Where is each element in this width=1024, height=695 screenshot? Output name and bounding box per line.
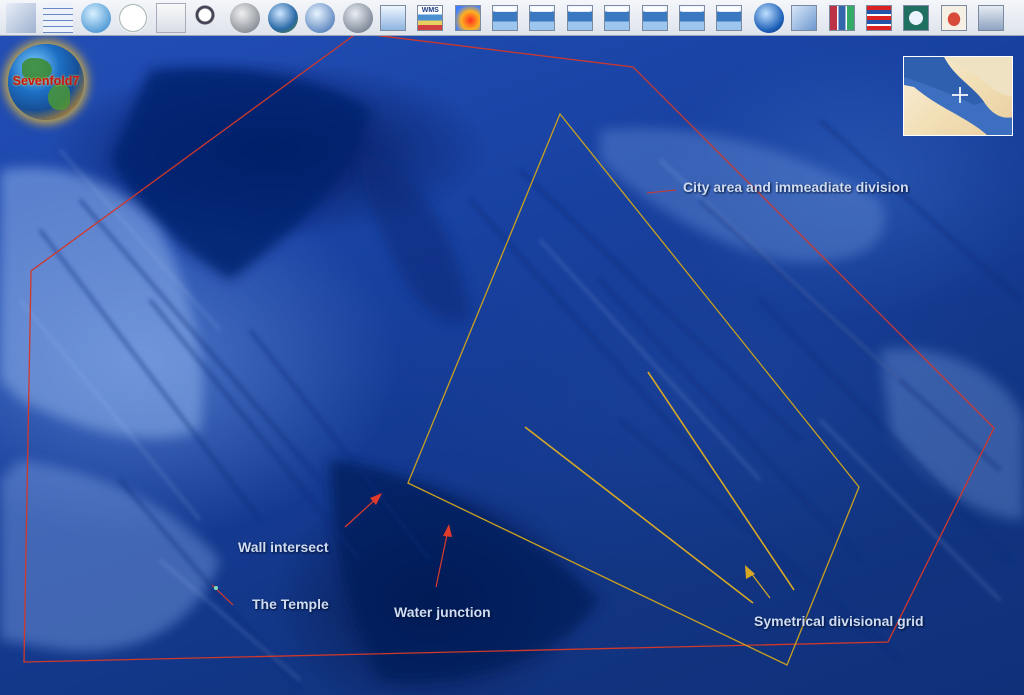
nasa-banner	[719, 6, 740, 12]
layer-world-icon	[380, 5, 405, 30]
grid-label: Symetrical divisional grid	[754, 613, 924, 629]
inner-boundary-polygon	[407, 112, 860, 666]
map-viewport[interactable]: City area and immeadiate division Wall i…	[0, 0, 1024, 695]
layers-icon	[6, 2, 36, 33]
toolbar-button-1[interactable]	[6, 2, 36, 33]
nasa-banner	[682, 6, 703, 12]
toolbar-button-8[interactable]	[267, 2, 298, 33]
grid-line-2	[524, 426, 754, 604]
toolbar-button-15[interactable]	[529, 4, 556, 31]
toolbar-button-27[interactable]	[978, 4, 1005, 31]
water-junction-arrow	[435, 524, 452, 588]
app-logo-globe: Sevenfold7	[8, 44, 84, 120]
toolbar-button-21[interactable]	[753, 2, 784, 33]
temple-label: The Temple	[252, 596, 329, 612]
grid-arrow	[745, 565, 771, 599]
wall-intersect-label: Wall intersect	[238, 539, 329, 555]
toolbar-button-10[interactable]	[342, 2, 373, 33]
layer-heatmap-icon	[455, 5, 480, 30]
toolbar-button-13[interactable]	[454, 4, 481, 31]
water-junction-label: Water junction	[394, 604, 491, 620]
globe-blue-icon	[753, 2, 784, 33]
city-area-pointer	[646, 189, 677, 194]
toolbar-button-26[interactable]	[940, 4, 967, 31]
toolbar-button-19[interactable]	[679, 4, 706, 31]
layer-flags-icon	[866, 5, 891, 30]
wall-intersect-arrow	[344, 493, 382, 528]
temple-pointer	[211, 584, 234, 606]
compass-rose-icon	[155, 2, 186, 33]
wms-text: WMS	[421, 6, 439, 14]
layer-usa-icon	[941, 5, 966, 30]
minimap-crosshair-icon	[952, 87, 968, 103]
toolbar-button-18[interactable]	[641, 4, 668, 31]
grid-icon	[43, 2, 74, 33]
globe-latlon-icon	[80, 2, 111, 33]
toolbar-button-4[interactable]	[118, 2, 149, 33]
nasa-banner	[532, 6, 553, 12]
toolbar-button-16[interactable]	[566, 4, 593, 31]
toolbar-button-22[interactable]	[791, 4, 818, 31]
toolbar-button-9[interactable]	[305, 2, 336, 33]
annotation-overlay	[23, 32, 995, 666]
toolbar-button-24[interactable]	[865, 4, 892, 31]
toolbar-button-20[interactable]	[716, 4, 743, 31]
earth-blue-icon	[305, 2, 336, 33]
toolbar-button-2[interactable]	[43, 2, 74, 33]
earth-grey-icon	[230, 2, 261, 33]
overview-minimap[interactable]	[903, 56, 1013, 136]
toolbar-button-25[interactable]	[903, 4, 930, 31]
toolbar-button-6[interactable]	[192, 2, 223, 33]
layer-thumbnails-icon	[829, 5, 854, 30]
earth-icon	[267, 2, 298, 33]
nasa-banner	[569, 6, 590, 12]
logo-text: Sevenfold7	[12, 74, 80, 88]
nasa-banner	[607, 6, 628, 12]
grid-line-1	[647, 371, 795, 591]
toolbar-button-3[interactable]	[80, 2, 111, 33]
magnifier-icon	[192, 2, 223, 33]
city-area-label: City area and immeadiate division	[683, 179, 909, 195]
toolbar-button-7[interactable]	[230, 2, 261, 33]
layer-europe-icon	[792, 5, 817, 30]
toolbar-button-12[interactable]: WMS	[417, 4, 444, 31]
outer-boundary-polygon	[23, 32, 995, 663]
layer-crosshair-icon	[979, 5, 1004, 30]
earth-add-icon	[342, 2, 373, 33]
layer-landmarks-icon	[904, 5, 929, 30]
toolbar-button-17[interactable]	[604, 4, 631, 31]
toolbar: WMS	[0, 0, 1024, 36]
nasa-banner	[495, 6, 516, 12]
toolbar-button-5[interactable]	[155, 2, 186, 33]
clock-icon	[118, 2, 149, 33]
toolbar-button-14[interactable]	[492, 4, 519, 31]
nasa-banner	[644, 6, 665, 12]
toolbar-button-23[interactable]	[828, 4, 855, 31]
toolbar-button-11[interactable]	[379, 4, 406, 31]
